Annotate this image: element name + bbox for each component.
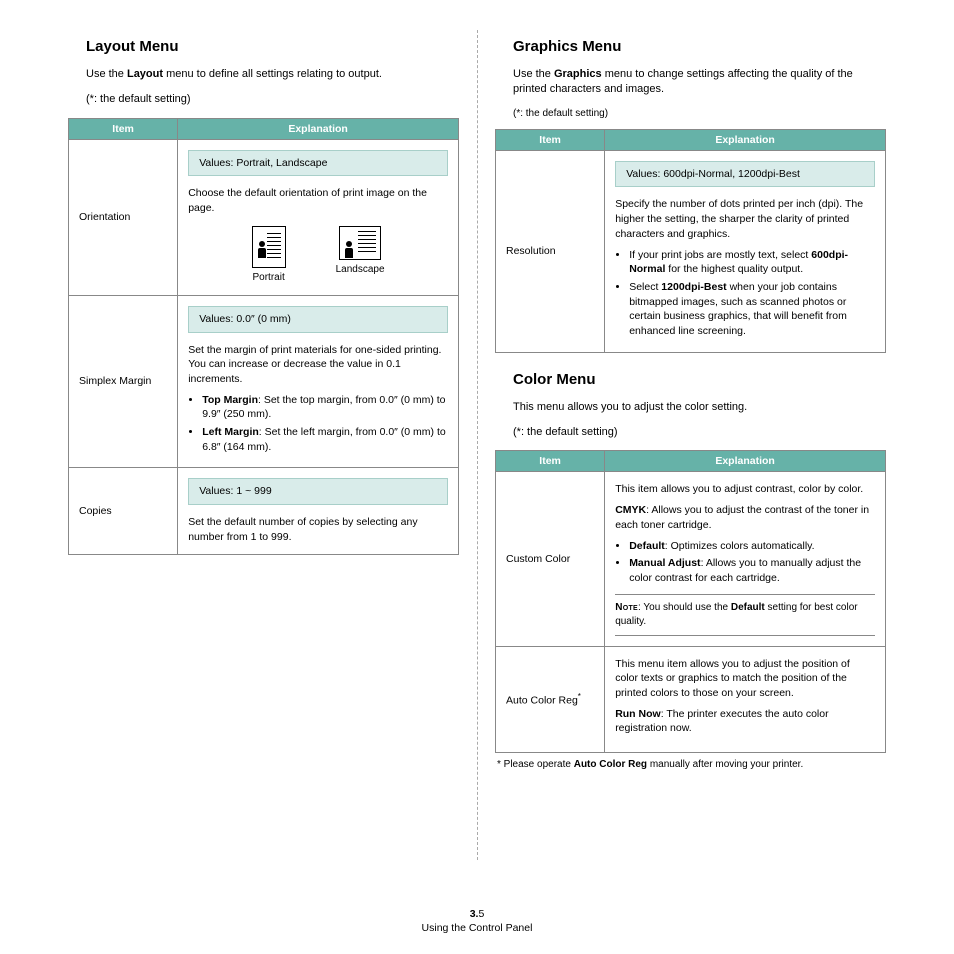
table-row: Custom Color This item allows you to adj… [496, 472, 886, 646]
color-intro: This menu allows you to adjust the color… [513, 400, 886, 415]
graphics-table: Item Explanation Resolution Values: 600d… [495, 129, 886, 353]
values-box: Values: Portrait, Landscape [188, 150, 448, 177]
table-row: Orientation Values: Portrait, Landscape … [69, 139, 459, 295]
values-box: Values: 0.0″ (0 mm) [188, 306, 448, 333]
values-box: Values: 1 ~ 999 [188, 478, 448, 505]
right-column: Graphics Menu Use the Graphics menu to c… [477, 30, 904, 880]
th-item: Item [69, 118, 178, 139]
graphics-intro: Use the Graphics menu to change settings… [513, 67, 886, 98]
th-item: Item [496, 129, 605, 150]
table-row: Copies Values: 1 ~ 999 Set the default n… [69, 468, 459, 555]
item-resolution: Resolution [496, 150, 605, 352]
graphics-default-note: (*: the default setting) [513, 108, 886, 119]
th-explanation: Explanation [605, 451, 886, 472]
layout-default-note: (*: the default setting) [86, 92, 459, 107]
orientation-desc: Choose the default orientation of print … [188, 186, 448, 215]
table-row: Simplex Margin Values: 0.0″ (0 mm) Set t… [69, 295, 459, 468]
item-orientation: Orientation [69, 139, 178, 295]
color-menu-heading: Color Menu [513, 371, 886, 388]
portrait-icon-block: Portrait [252, 226, 286, 285]
layout-table: Item Explanation Orientation Values: Por… [68, 118, 459, 556]
item-simplex: Simplex Margin [69, 295, 178, 468]
note-box: Note: You should use the Default setting… [615, 594, 875, 636]
layout-menu-heading: Layout Menu [86, 38, 459, 55]
item-custom-color: Custom Color [496, 472, 605, 646]
layout-intro: Use the Layout menu to define all settin… [86, 67, 459, 82]
portrait-page-icon [252, 226, 286, 268]
landscape-page-icon [339, 226, 381, 260]
left-column: Layout Menu Use the Layout menu to defin… [50, 30, 477, 880]
th-item: Item [496, 451, 605, 472]
color-table: Item Explanation Custom Color This item … [495, 450, 886, 753]
th-explanation: Explanation [178, 118, 459, 139]
item-copies: Copies [69, 468, 178, 555]
landscape-icon-block: Landscape [336, 226, 385, 285]
graphics-menu-heading: Graphics Menu [513, 38, 886, 55]
values-box: Values: 600dpi-Normal, 1200dpi-Best [615, 161, 875, 188]
table-row: Resolution Values: 600dpi-Normal, 1200dp… [496, 150, 886, 352]
item-auto-color-reg: Auto Color Reg* [496, 646, 605, 752]
color-footnote: * Please operate Auto Color Reg manually… [495, 759, 886, 770]
color-default-note: (*: the default setting) [513, 425, 886, 440]
table-row: Auto Color Reg* This menu item allows yo… [496, 646, 886, 752]
page-footer: 3.5 Using the Control Panel [0, 907, 954, 936]
th-explanation: Explanation [605, 129, 886, 150]
